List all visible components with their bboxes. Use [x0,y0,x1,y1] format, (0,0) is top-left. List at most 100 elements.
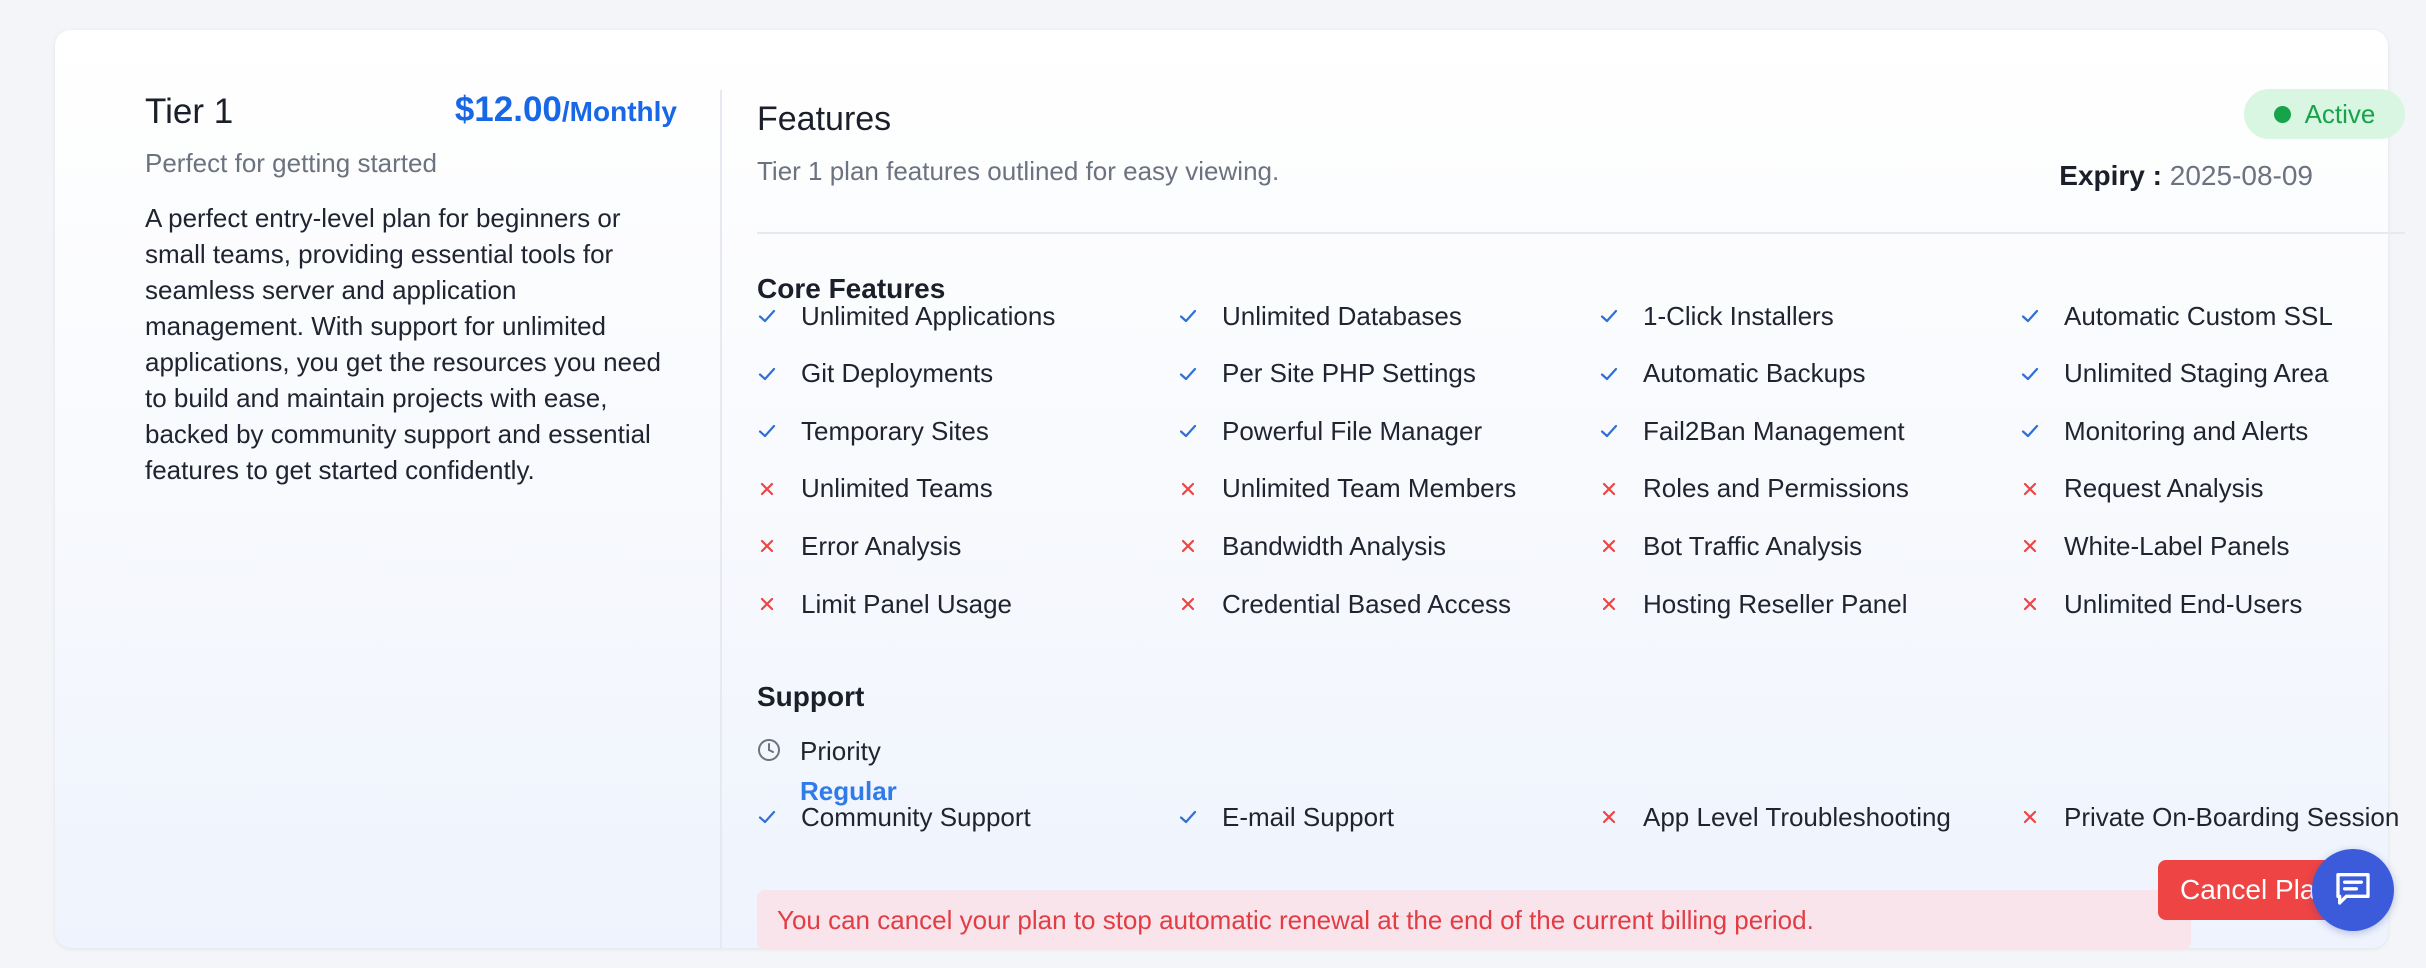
feature-label: E-mail Support [1222,801,1394,832]
feature-item: Roles and Permissions [1599,469,1909,509]
feature-label: Request Analysis [2064,473,2264,504]
cross-icon [757,594,801,614]
plan-name: Tier 1 [145,92,234,131]
feature-label: Git Deployments [801,358,994,389]
feature-label: Limit Panel Usage [801,588,1012,619]
cross-icon [1599,536,1643,556]
feature-item: Automatic Custom SSL [2020,296,2333,336]
feature-label: Per Site PHP Settings [1222,358,1476,389]
feature-label: Error Analysis [801,530,962,561]
cross-icon [1178,594,1222,614]
cross-icon [2020,594,2064,614]
clock-icon [757,738,781,767]
feature-item: Temporary Sites [757,411,989,451]
feature-label: Unlimited End-Users [2064,588,2303,619]
feature-label: 1-Click Installers [1643,300,1834,331]
check-icon [2020,421,2064,441]
status-dot-icon [2273,105,2291,123]
feature-label: Unlimited Applications [801,300,1056,331]
feature-item: 1-Click Installers [1599,296,1834,336]
feature-item: Powerful File Manager [1178,411,1482,451]
feature-label: App Level Troubleshooting [1643,801,1951,832]
check-icon [1599,421,1643,441]
feature-item: Error Analysis [757,526,961,566]
feature-item: Bot Traffic Analysis [1599,526,1862,566]
feature-item: Automatic Backups [1599,354,1866,394]
cross-icon [2020,807,2064,827]
cross-icon [1599,479,1643,499]
check-icon [2020,306,2064,326]
cross-icon [1599,807,1643,827]
feature-label: White-Label Panels [2064,530,2290,561]
plan-card: Tier 1 $12.00/Monthly Perfect for gettin… [55,30,2405,950]
check-icon [1178,306,1222,326]
feature-label: Temporary Sites [801,415,989,446]
feature-item: Unlimited Team Members [1178,469,1516,509]
feature-item: E-mail Support [1178,797,1394,837]
expiry: Expiry : 2025-08-09 [2059,160,2313,192]
chat-icon [2333,868,2373,913]
cross-icon [757,479,801,499]
feature-label: Unlimited Team Members [1222,473,1517,504]
features-subtitle: Tier 1 plan features outlined for easy v… [757,156,1280,186]
expiry-date: 2025-08-09 [2169,160,2313,191]
feature-item: Hosting Reseller Panel [1599,584,1907,624]
check-icon [757,306,801,326]
feature-label: Unlimited Teams [801,473,993,504]
feature-label: Roles and Permissions [1643,473,1909,504]
check-icon [757,807,801,827]
header-divider [757,232,2405,234]
priority-label: Priority [800,736,881,766]
plan-price: $12.00/Monthly [455,90,677,130]
feature-label: Hosting Reseller Panel [1643,588,1908,619]
cross-icon [1178,479,1222,499]
feature-label: Automatic Custom SSL [2064,300,2333,331]
feature-item: Unlimited Applications [757,296,1055,336]
feature-item: Unlimited End-Users [2020,584,2302,624]
cancel-notice: You can cancel your plan to stop automat… [757,890,2191,950]
feature-item: Unlimited Staging Area [2020,354,2328,394]
feature-label: Automatic Backups [1643,358,1866,389]
feature-label: Private On-Boarding Session [2064,801,2400,832]
status-text: Active [2304,98,2376,129]
check-icon [1599,364,1643,384]
feature-item: Git Deployments [757,354,993,394]
feature-item: App Level Troubleshooting [1599,797,1951,837]
check-icon [1178,364,1222,384]
feature-item: Community Support [757,797,1031,837]
price-period: /Monthly [561,96,677,127]
cross-icon [1599,594,1643,614]
feature-item: Request Analysis [2020,469,2263,509]
feature-item: Unlimited Teams [757,469,993,509]
check-icon [1178,421,1222,441]
feature-label: Fail2Ban Management [1643,415,1905,446]
feature-label: Monitoring and Alerts [2064,415,2309,446]
feature-item: Limit Panel Usage [757,584,1012,624]
feature-item: Fail2Ban Management [1599,411,1905,451]
feature-label: Bot Traffic Analysis [1643,530,1863,561]
plan-tagline: Perfect for getting started [145,148,437,178]
check-icon [1178,807,1222,827]
feature-label: Unlimited Databases [1222,300,1462,331]
support-title: Support [757,681,865,712]
feature-label: Credential Based Access [1222,588,1512,619]
feature-item: Unlimited Databases [1178,296,1462,336]
cross-icon [757,536,801,556]
feature-item: Private On-Boarding Session [2020,797,2399,837]
check-icon [2020,364,2064,384]
cross-icon [2020,536,2064,556]
check-icon [757,421,801,441]
expiry-label: Expiry : [2059,160,2162,191]
feature-label: Community Support [801,801,1031,832]
feature-item: Monitoring and Alerts [2020,411,2308,451]
feature-label: Powerful File Manager [1222,415,1483,446]
feature-label: Bandwidth Analysis [1222,530,1447,561]
check-icon [1599,306,1643,326]
feature-item: Per Site PHP Settings [1178,354,1476,394]
feature-label: Unlimited Staging Area [2064,358,2329,389]
feature-item: White-Label Panels [2020,526,2289,566]
feature-item: Bandwidth Analysis [1178,526,1446,566]
chat-button[interactable] [2312,849,2394,931]
cross-icon [2020,479,2064,499]
column-divider [720,90,722,948]
